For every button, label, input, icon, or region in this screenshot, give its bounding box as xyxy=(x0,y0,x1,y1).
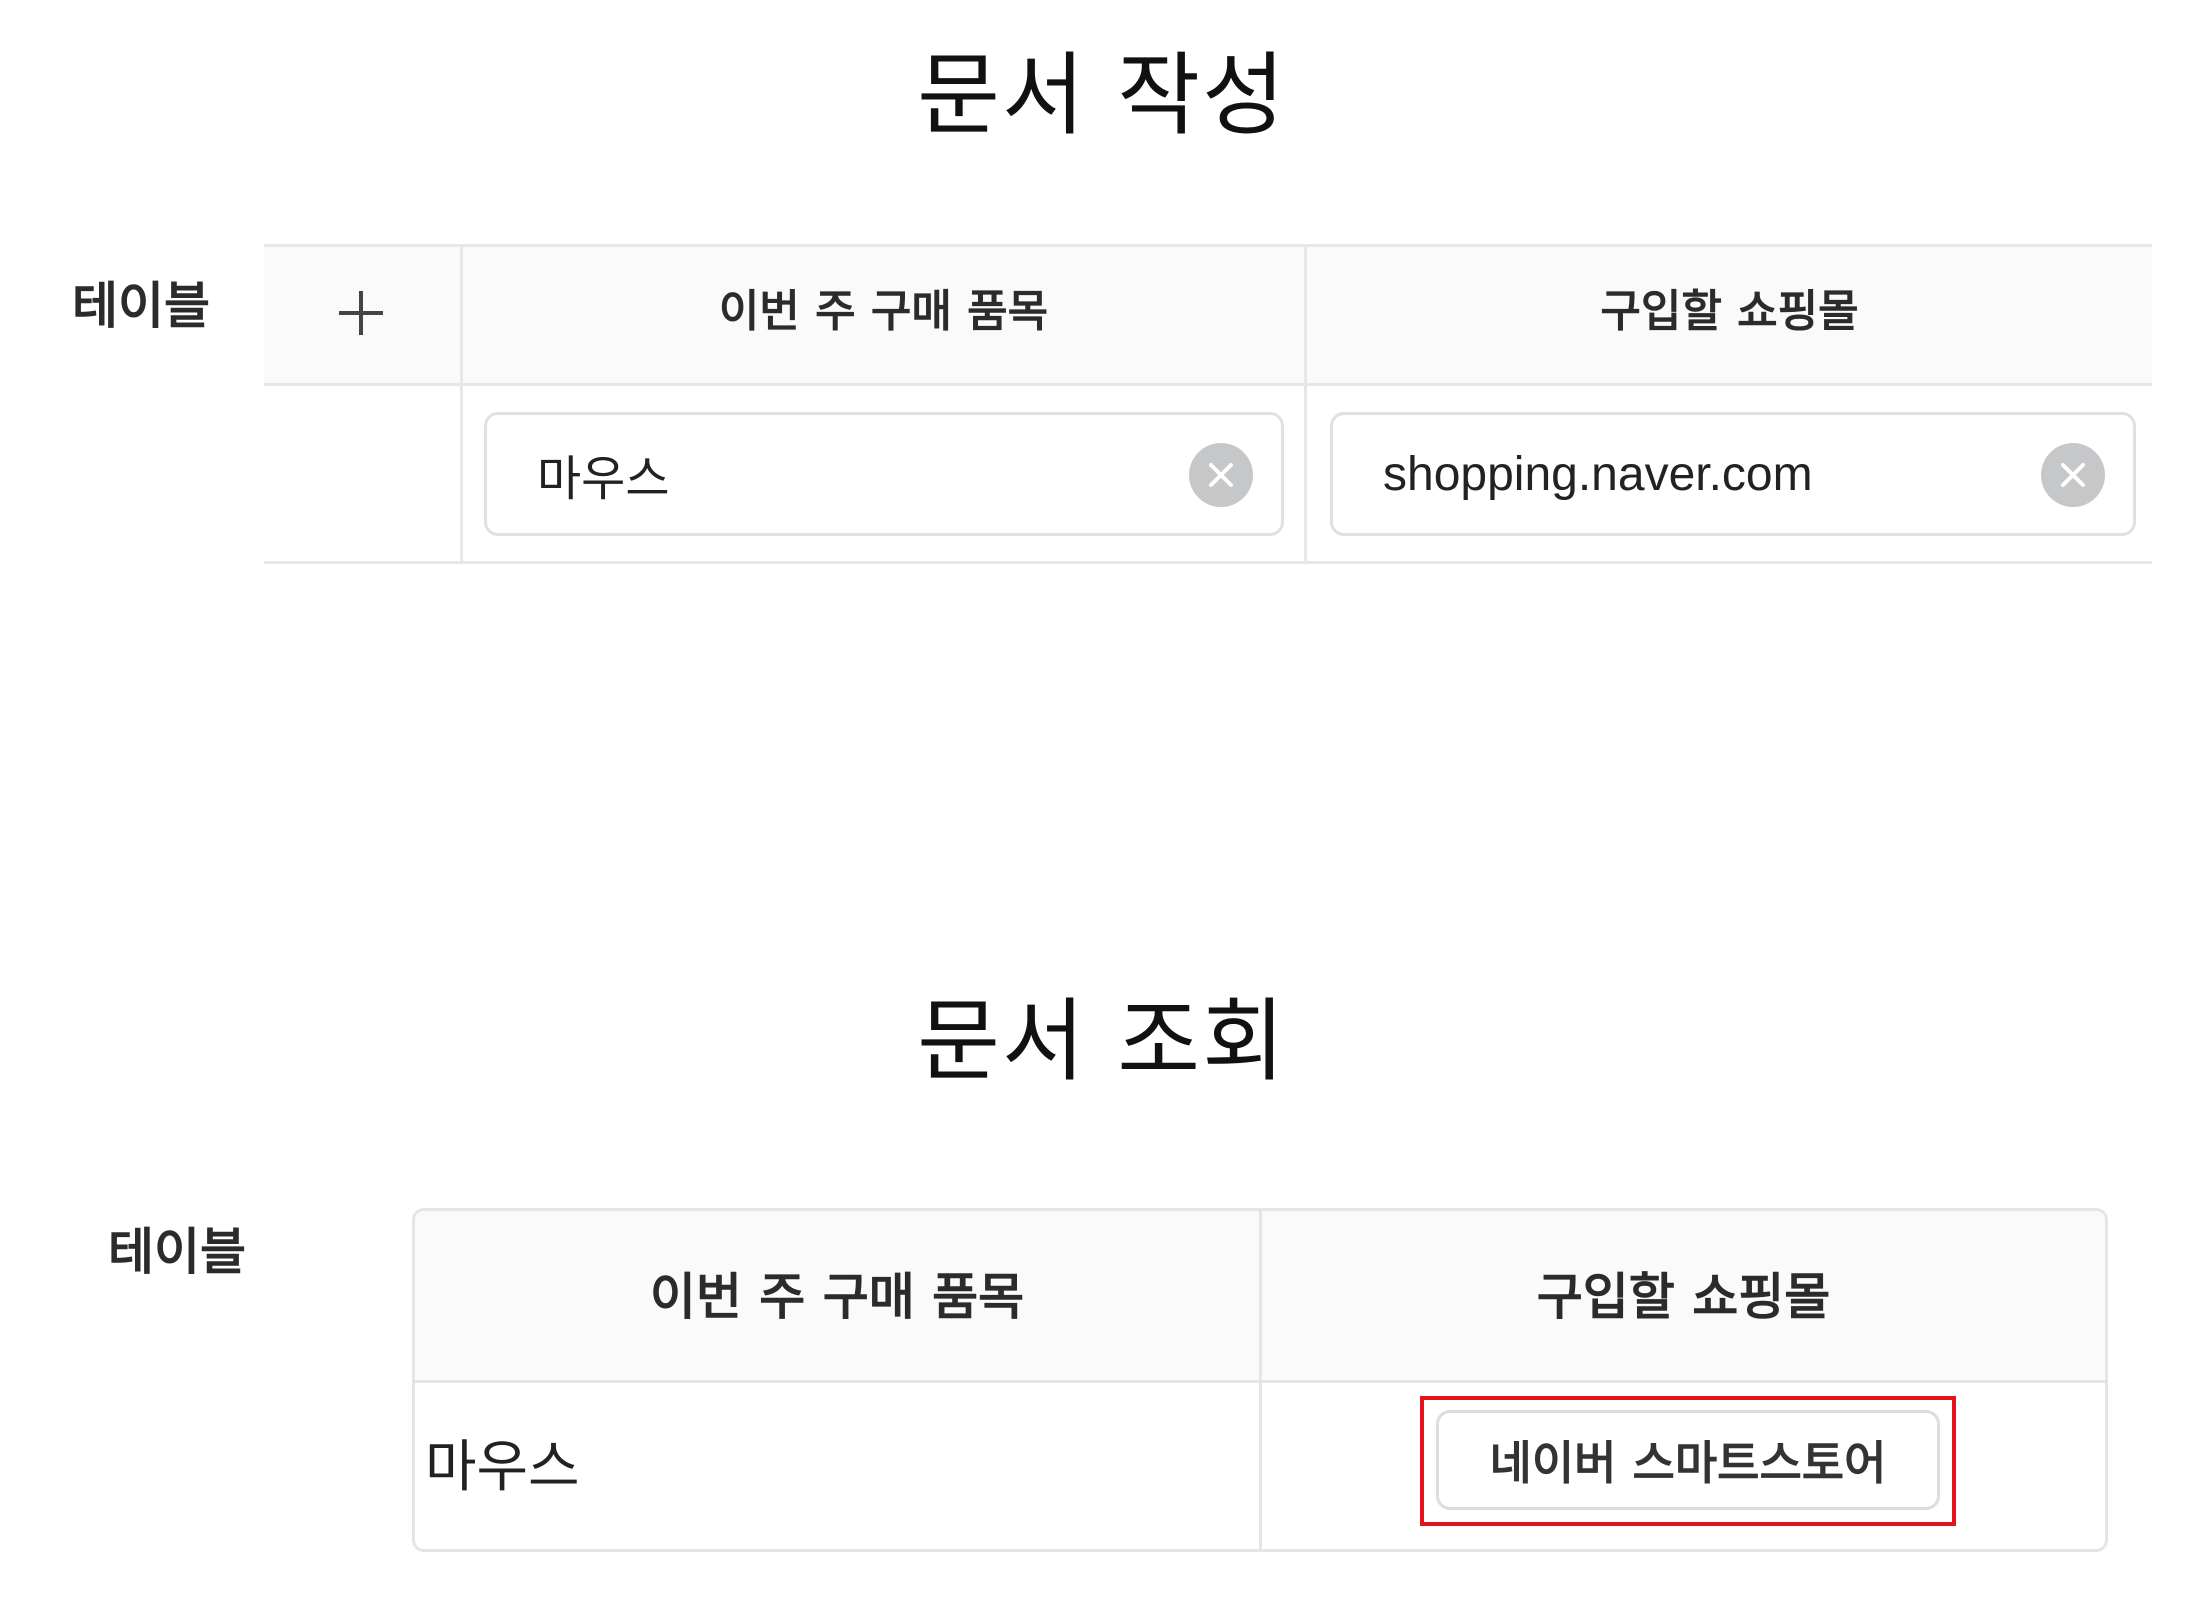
item-input-wrapper xyxy=(484,412,1284,536)
clear-mall-button[interactable] xyxy=(2041,443,2105,507)
column-header-mall: 구입할 쇼핑몰 xyxy=(1536,1268,1831,1326)
item-input[interactable] xyxy=(537,415,1177,533)
view-section-title: 문서 조회 xyxy=(917,989,1287,1094)
item-cell-value: 마우스 xyxy=(425,1435,580,1500)
mall-input-wrapper xyxy=(1330,412,2136,536)
plus-icon xyxy=(339,291,383,335)
column-header-item: 이번 주 구매 품목 xyxy=(649,1268,1025,1326)
column-header-item: 이번 주 구매 품목 xyxy=(718,286,1049,337)
edit-table-label: 테이블 xyxy=(72,277,210,335)
edit-table: 이번 주 구매 품목 구입할 쇼핑몰 xyxy=(264,244,2152,564)
add-column-button[interactable] xyxy=(328,280,394,346)
clear-item-button[interactable] xyxy=(1189,443,1253,507)
column-header-mall: 구입할 쇼핑몰 xyxy=(1600,286,1859,337)
mall-link-button[interactable]: 네이버 스마트스토어 xyxy=(1436,1410,1940,1510)
view-table-label: 테이블 xyxy=(108,1223,246,1281)
mall-input[interactable] xyxy=(1383,415,2033,533)
divider xyxy=(264,383,2152,386)
clear-icon xyxy=(1209,463,1233,487)
clear-icon xyxy=(2061,463,2085,487)
divider xyxy=(264,561,2152,564)
edit-section-title: 문서 작성 xyxy=(917,43,1287,148)
